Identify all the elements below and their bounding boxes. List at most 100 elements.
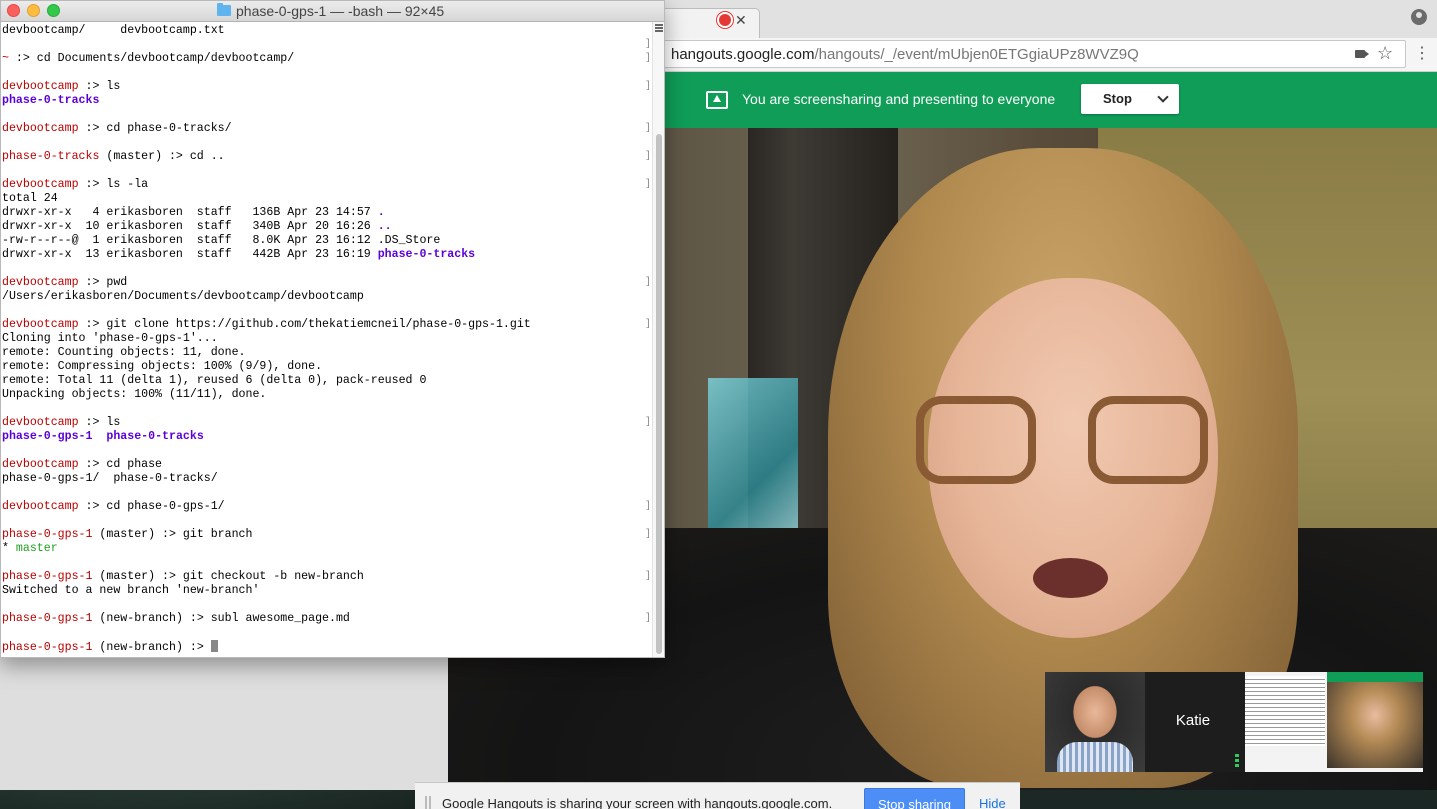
address-bar[interactable]: hangouts.google.com/hangouts/_/event/mUb… <box>640 40 1406 68</box>
directory-name: phase-0-tracks <box>377 248 476 261</box>
terminal-text: (master) :> cd .. <box>99 150 225 163</box>
terminal-line: devbootcamp :> ls -la <box>2 178 148 192</box>
screen-sharing-notification: Google Hangouts is sharing your screen w… <box>415 782 1020 809</box>
terminal-text: :> cd Documents/devbootcamp/devbootcamp/ <box>8 52 295 65</box>
terminal-text: phase-0-gps-1/ phase-0-tracks/ <box>2 472 218 485</box>
terminal-line: * master <box>2 542 58 556</box>
terminal-text: Switched to a new branch 'new-branch' <box>2 584 260 597</box>
terminal-line: Unpacking objects: 100% (11/11), done. <box>2 388 266 402</box>
participant-name-katie[interactable]: Katie <box>1163 712 1223 729</box>
terminal-line: drwxr-xr-x 10 erikasboren staff 340B Apr… <box>2 220 392 234</box>
terminal-text: :> pwd <box>78 276 128 289</box>
terminal-line: devbootcamp/ devbootcamp.txt <box>2 24 225 38</box>
terminal-text: :> cd phase <box>78 458 163 471</box>
hide-link[interactable]: Hide <box>979 796 1006 809</box>
stop-presenting-button[interactable]: Stop <box>1081 84 1179 114</box>
prompt-text: devbootcamp <box>2 122 79 135</box>
line-marker: ] <box>645 81 651 92</box>
terminal-text: (master) :> git checkout -b new-branch <box>92 570 364 583</box>
glasses-right-lens <box>1088 396 1208 484</box>
video-subject-mouth <box>1033 558 1108 598</box>
line-marker: ] <box>645 277 651 288</box>
terminal-text: -rw-r--r--@ 1 erikasboren staff 8.0K Apr… <box>2 234 441 247</box>
directory-name: .. <box>377 220 392 233</box>
terminal-line: phase-0-gps-1 (new-branch) :> subl aweso… <box>2 612 350 626</box>
terminal-line: /Users/erikasboren/Documents/devbootcamp… <box>2 290 364 304</box>
screenshare-status-text: You are screensharing and presenting to … <box>742 91 1056 107</box>
zoom-window-icon[interactable] <box>47 4 60 17</box>
sharing-notice-text: Google Hangouts is sharing your screen w… <box>442 796 833 809</box>
terminal-line: phase-0-tracks (master) :> cd .. <box>2 150 225 164</box>
terminal-text: total 24 <box>2 192 58 205</box>
terminal-text: Unpacking objects: 100% (11/11), done. <box>2 388 267 401</box>
line-marker: ] <box>645 501 651 512</box>
terminal-line: drwxr-xr-x 4 erikasboren staff 136B Apr … <box>2 206 385 220</box>
terminal-text: remote: Total 11 (delta 1), reused 6 (de… <box>2 374 427 387</box>
terminal-text: :> cd phase-0-tracks/ <box>78 122 232 135</box>
prompt-text: devbootcamp <box>2 80 79 93</box>
prompt-text: ~ <box>2 52 9 65</box>
terminal-text: :> ls -la <box>78 178 149 191</box>
terminal-line: devbootcamp :> cd phase-0-gps-1/ <box>2 500 225 514</box>
folder-icon <box>217 3 231 16</box>
prompt-text: phase-0-gps-1 <box>2 612 93 625</box>
glasses-left-lens <box>916 396 1036 484</box>
line-marker: ] <box>645 613 651 624</box>
terminal-text: remote: Compressing objects: 100% (9/9),… <box>2 360 323 373</box>
url-host: hangouts.google.com <box>671 46 815 63</box>
close-tab-icon[interactable]: ✕ <box>735 11 747 29</box>
bookmark-star-icon[interactable]: ☆ <box>1377 43 1393 64</box>
terminal-line: phase-0-gps-1 phase-0-tracks <box>2 430 204 444</box>
terminal-line: drwxr-xr-x 13 erikasboren staff 442B Apr… <box>2 248 475 262</box>
scrollbar-menu-icon[interactable] <box>655 24 663 32</box>
thumbnail-terminal-preview <box>1245 676 1325 746</box>
screenshare-thumbnail[interactable] <box>1245 672 1423 772</box>
prompt-text: phase-0-gps-1 <box>2 570 93 583</box>
terminal-text: master <box>15 542 58 555</box>
scrollbar-thumb[interactable] <box>656 134 662 654</box>
profile-icon[interactable] <box>1411 9 1427 25</box>
camera-icon[interactable] <box>1355 50 1369 58</box>
terminal-window[interactable]: phase-0-gps-1 — -bash — 92×45 devbootcam… <box>0 0 665 658</box>
prompt-text: devbootcamp <box>2 318 79 331</box>
prompt-text: phase-0-gps-1 <box>2 641 93 654</box>
terminal-text: (master) :> git branch <box>92 528 253 541</box>
terminal-text: drwxr-xr-x 13 erikasboren staff 442B Apr… <box>2 248 378 261</box>
line-marker: ] <box>645 123 651 134</box>
terminal-text: drwxr-xr-x 10 erikasboren staff 340B Apr… <box>2 220 378 233</box>
terminal-line: phase-0-gps-1/ phase-0-tracks/ <box>2 472 218 486</box>
stop-sharing-label: Stop sharing <box>878 797 951 809</box>
line-marker: ] <box>645 179 651 190</box>
prompt-text: devbootcamp <box>2 458 79 471</box>
terminal-text: Cloning into 'phase-0-gps-1'... <box>2 332 218 345</box>
directory-name: phase-0-tracks <box>2 94 100 107</box>
participant-thumbnail[interactable] <box>1045 672 1145 772</box>
terminal-text: devbootcamp/ devbootcamp.txt <box>2 24 225 37</box>
terminal-text: :> ls <box>78 416 121 429</box>
terminal-output[interactable]: devbootcamp/ devbootcamp.txt] ~ :> cd Doc… <box>1 22 651 657</box>
terminal-line: remote: Total 11 (delta 1), reused 6 (de… <box>2 374 426 388</box>
terminal-line: devbootcamp :> git clone https://github.… <box>2 318 531 332</box>
prompt-text: devbootcamp <box>2 500 79 513</box>
minimize-window-icon[interactable] <box>27 4 40 17</box>
terminal-text: /Users/erikasboren/Documents/devbootcamp… <box>2 290 364 303</box>
participant-filmstrip: Katie <box>1045 672 1423 772</box>
browser-menu-icon[interactable]: ⋮ <box>1414 46 1430 62</box>
terminal-line: devbootcamp :> pwd <box>2 276 127 290</box>
terminal-line: phase-0-gps-1 (master) :> git branch <box>2 528 252 542</box>
stop-sharing-button[interactable]: Stop sharing <box>864 788 965 809</box>
thumbnail-video-preview <box>1327 672 1423 768</box>
terminal-line: total 24 <box>2 192 58 206</box>
terminal-line: ~ :> cd Documents/devbootcamp/devbootcam… <box>2 52 294 66</box>
close-window-icon[interactable] <box>7 4 20 17</box>
terminal-scrollbar[interactable] <box>652 22 664 657</box>
chevron-down-icon <box>1157 91 1169 103</box>
terminal-titlebar[interactable]: phase-0-gps-1 — -bash — 92×45 <box>1 1 664 22</box>
terminal-line: Cloning into 'phase-0-gps-1'... <box>2 332 218 346</box>
prompt-text: devbootcamp <box>2 178 79 191</box>
drag-handle-icon[interactable] <box>425 796 431 809</box>
terminal-line: -rw-r--r--@ 1 erikasboren staff 8.0K Apr… <box>2 234 440 248</box>
terminal-line: phase-0-tracks <box>2 94 99 108</box>
prompt-text: devbootcamp <box>2 416 79 429</box>
